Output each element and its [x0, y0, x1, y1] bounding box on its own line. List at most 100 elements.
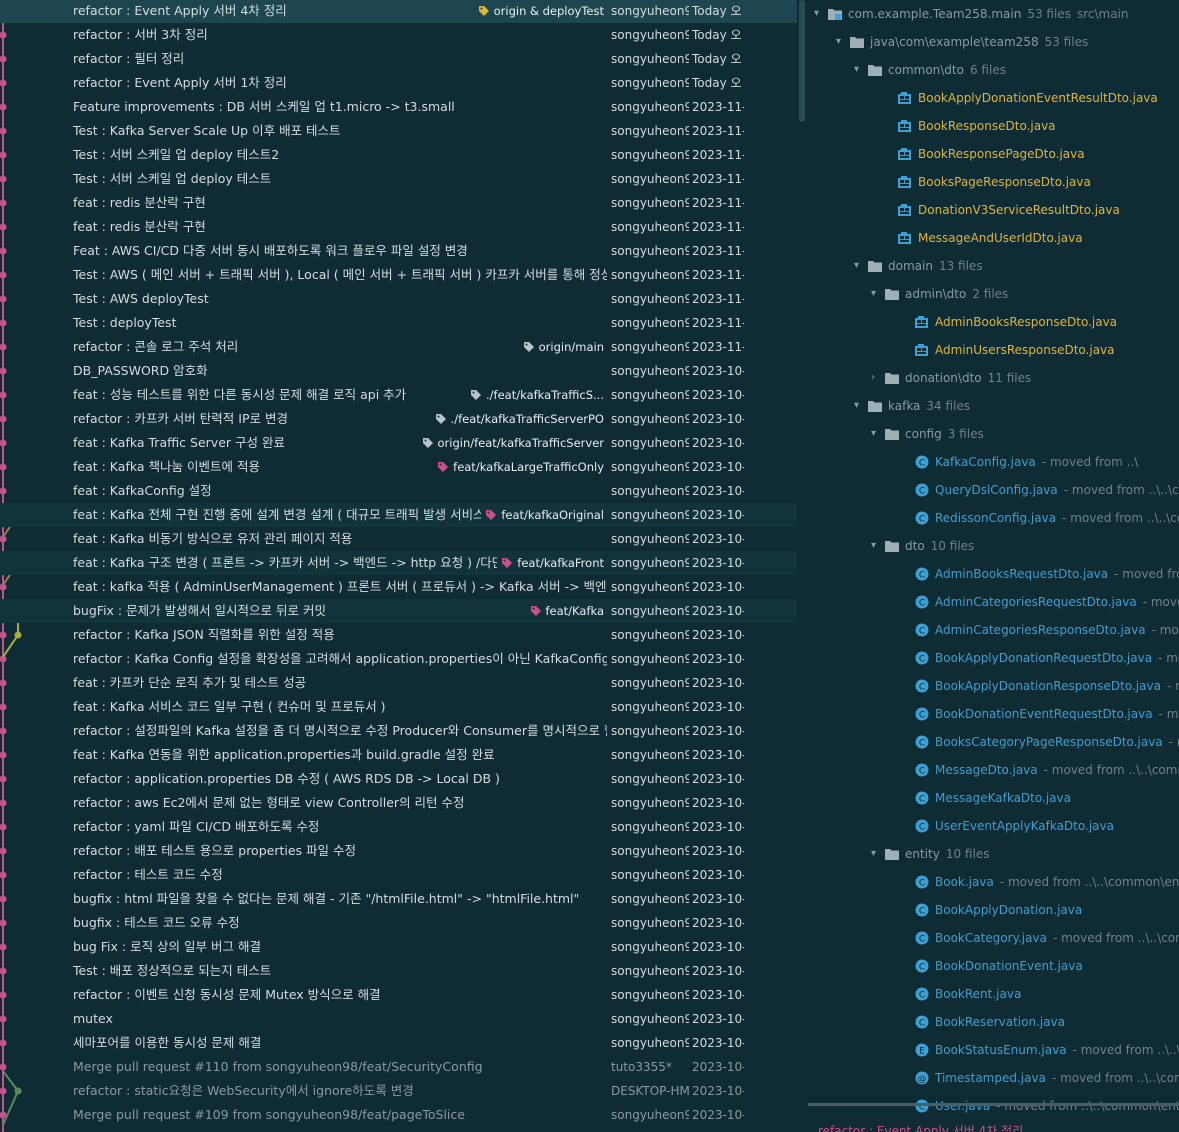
commit-row[interactable]: Merge pull request #109 from songyuheon9…: [0, 1103, 797, 1127]
commit-row[interactable]: feat : KafkaConfig 설정 songyuheon982023-10…: [0, 479, 797, 503]
commit-row[interactable]: refactor : aws Ec2에서 문제 없는 형태로 view Cont…: [0, 791, 797, 815]
commit-row[interactable]: Test : 배포 정상적으로 되는지 테스트 songyuheon982023-…: [0, 959, 797, 983]
chevron-down-icon[interactable]: ▾: [836, 28, 848, 56]
commit-row[interactable]: feat : Kafka 비동기 방식으로 유저 관리 페이지 적용 songyu…: [0, 527, 797, 551]
node-name: BooksPageResponseDto.java: [918, 175, 1091, 189]
commit-row[interactable]: refactor : 콘솔 로그 주석 처리 origin/main songyuh…: [0, 335, 797, 359]
branch-label[interactable]: ./feat/kafkaTrafficServerPO: [430, 407, 607, 431]
chevron-down-icon[interactable]: ▾: [854, 56, 866, 84]
commit-row[interactable]: feat : 성능 테스트를 위한 다른 동시성 문제 해결 로직 api 추가…: [0, 383, 797, 407]
commit-row[interactable]: 세마포어를 이용한 동시성 문제 해결 songyuheon982023-10-: [0, 1031, 797, 1055]
commit-message: refactor : 이벤트 신청 동시성 문제 Mutex 방식으로 해결: [73, 987, 381, 1002]
commit-author: songyuheon98: [611, 628, 689, 642]
node-name: BookApplyDonationEventResultDto.java: [918, 91, 1158, 105]
commit-row[interactable]: feat : Kafka Traffic Server 구성 완료 origin/…: [0, 431, 797, 455]
commit-row[interactable]: Merge pull request #110 from songyuheon9…: [0, 1055, 797, 1079]
branch-label[interactable]: origin & deployTest: [473, 0, 607, 23]
commit-row[interactable]: Test : AWS deployTest songyuheon982023-11…: [0, 287, 797, 311]
commit-date: 2023-10-: [692, 532, 744, 546]
commit-row[interactable]: bug Fix : 로직 상의 일부 버그 해결 songyuheon982023…: [0, 935, 797, 959]
commit-row[interactable]: refactor : 카프카 서버 탄력적 IP로 변경 ./feat/kafka…: [0, 407, 797, 431]
commit-row[interactable]: refactor : 설정파일의 Kafka 설정을 좀 더 명시적으로 수정 …: [0, 719, 797, 743]
commit-row[interactable]: refactor : Event Apply 서버 4차 정리 origin & …: [0, 0, 797, 23]
branch-label-text: ./feat/kafkaTrafficS...: [486, 388, 604, 402]
chevron-down-icon[interactable]: ▾: [814, 0, 826, 28]
chevron-down-icon[interactable]: ▾: [854, 252, 866, 280]
commit-row[interactable]: refactor : 이벤트 신청 동시성 문제 Mutex 방식으로 해결 so…: [0, 983, 797, 1007]
class-icon: C: [915, 1015, 929, 1029]
horizontal-scrollbar[interactable]: [808, 1103, 1179, 1106]
commit-row[interactable]: feat : Kafka 구조 변경 ( 프론트 -> 카프카 서버 -> 백엔…: [0, 551, 797, 575]
commit-row[interactable]: mutex songyuheon982023-10-: [0, 1007, 797, 1031]
moved-from-note: - moved from ..\..\: [1114, 567, 1179, 581]
branch-label[interactable]: feat/kafkaFront: [497, 551, 607, 575]
commit-row[interactable]: bugfix : html 파일을 찾을 수 없다는 문제 해결 - 기존 "/…: [0, 887, 797, 911]
commit-row[interactable]: refactor : yaml 파일 CI/CD 배포하도록 수정 songyuh…: [0, 815, 797, 839]
chevron-right-icon[interactable]: ›: [871, 364, 883, 392]
commit-row[interactable]: Test : deployTest songyuheon982023-11-: [0, 311, 797, 335]
commit-row[interactable]: refactor : Kafka Config 설정을 확장성을 고려해서 ap…: [0, 647, 797, 671]
commit-message: 세마포어를 이용한 동시성 문제 해결: [73, 1035, 262, 1050]
svg-text:C: C: [919, 767, 925, 777]
commit-row[interactable]: Test : AWS ( 메인 서버 + 트래픽 서버 ), Local ( 메…: [0, 263, 797, 287]
commit-row[interactable]: Test : 서버 스케일 업 deploy 테스트 songyuheon9820…: [0, 167, 797, 191]
branch-label-text: ./feat/kafkaTrafficServerPO: [450, 412, 604, 426]
commit-row[interactable]: bugFix : 문제가 발생해서 일시적으로 뒤로 커밋 feat/Kafka s…: [0, 599, 797, 623]
branch-label[interactable]: feat/kafkaLargeTrafficOnly: [433, 455, 607, 479]
tree-node-label: BookApplyDonationResponseDto.java - moved…: [935, 672, 1179, 700]
tree-node-label: kafka 34 files: [888, 392, 970, 420]
commit-row[interactable]: refactor : static요청은 WebSecurity에서 ignor…: [0, 1079, 797, 1103]
commit-row[interactable]: feat : redis 분산락 구현 songyuheon982023-11-: [0, 191, 797, 215]
enum-icon: E: [915, 1043, 929, 1057]
class-icon: C: [915, 903, 929, 917]
branch-label[interactable]: origin/feat/kafkaTrafficServer: [417, 431, 607, 455]
chevron-down-icon[interactable]: ▾: [871, 280, 883, 308]
commit-row[interactable]: refactor : 필터 정리 songyuheon98Today 오: [0, 47, 797, 71]
commit-row[interactable]: refactor : Event Apply 서버 1차 정리 songyuheo…: [0, 71, 797, 95]
commit-row[interactable]: refactor : 배포 테스트 용으로 properties 파일 수정 so…: [0, 839, 797, 863]
commit-row[interactable]: refactor : 서버 3차 정리 songyuheon98Today 오: [0, 23, 797, 47]
branch-label-text: origin/main: [538, 340, 604, 354]
chevron-down-icon[interactable]: ▾: [871, 840, 883, 868]
node-name: domain: [888, 259, 933, 273]
file-count: 34 files: [926, 399, 971, 413]
commit-row[interactable]: feat : Kafka 서비스 코드 일부 구현 ( 컨슈머 및 프로듀서 )…: [0, 695, 797, 719]
commit-date: 2023-11-: [692, 316, 744, 330]
chevron-down-icon[interactable]: ▾: [854, 392, 866, 420]
commit-message: feat : redis 분산락 구현: [73, 219, 206, 234]
commit-row[interactable]: refactor : 테스트 코드 수정 songyuheon982023-10-: [0, 863, 797, 887]
commit-date: 2023-10-: [692, 1012, 744, 1026]
branch-label[interactable]: feat/Kafka: [525, 599, 607, 623]
commit-date: 2023-10-: [692, 988, 744, 1002]
commit-author: songyuheon98: [611, 916, 689, 930]
commit-message: Feature improvements : DB 서버 스케일 업 t1.mi…: [73, 99, 455, 114]
branch-label[interactable]: ./feat/kafkaTrafficS...: [466, 383, 607, 407]
commit-message: bugfix : 테스트 코드 오류 수정: [73, 915, 240, 930]
chevron-down-icon[interactable]: ▾: [871, 420, 883, 448]
chevron-down-icon[interactable]: ▾: [871, 532, 883, 560]
record-icon: [898, 120, 911, 132]
tag-icon: [502, 558, 513, 568]
branch-label[interactable]: feat/kafkaOriginal: [481, 503, 607, 527]
commit-row[interactable]: feat : kafka 적용 ( AdminUserManagement ) …: [0, 575, 797, 599]
commit-row[interactable]: Test : Kafka Server Scale Up 이후 배포 테스트 so…: [0, 119, 797, 143]
node-name: com.example.Team258.main: [848, 7, 1022, 21]
commit-row[interactable]: feat : Kafka 연동을 위한 application.properti…: [0, 743, 797, 767]
commit-row[interactable]: Test : 서버 스케일 업 deploy 테스트2 songyuheon982…: [0, 143, 797, 167]
node-name: User.java: [935, 1099, 991, 1113]
commit-author: songyuheon98: [611, 268, 689, 282]
commit-row[interactable]: feat : Kafka 책나눔 이벤트에 적용 feat/kafkaLargeT…: [0, 455, 797, 479]
commit-row[interactable]: Feat : AWS CI/CD 다중 서버 동시 배포하도록 워크 플로우 파…: [0, 239, 797, 263]
commit-row[interactable]: feat : redis 분산락 구현 songyuheon982023-11-: [0, 215, 797, 239]
log-scrollbar[interactable]: [799, 0, 805, 122]
commit-row[interactable]: DB_PASSWORD 암호화 songyuheon982023-10-: [0, 359, 797, 383]
commit-row[interactable]: refactor : Kafka JSON 직렬화를 위한 설정 적용 songy…: [0, 623, 797, 647]
commit-row[interactable]: feat : 카프카 단순 로직 추가 및 테스트 성공 songyuheon98…: [0, 671, 797, 695]
commit-author: songyuheon98: [611, 1036, 689, 1050]
commit-row[interactable]: feat : Kafka 전체 구현 진행 중에 설계 변경 설계 ( 대규모 …: [0, 503, 797, 527]
commit-row[interactable]: bugfix : 테스트 코드 오류 수정 songyuheon982023-10…: [0, 911, 797, 935]
branch-label[interactable]: origin/main: [518, 335, 607, 359]
node-name: BookStatusEnum.java: [935, 1043, 1067, 1057]
commit-row[interactable]: refactor : application.properties DB 수정 …: [0, 767, 797, 791]
commit-row[interactable]: Feature improvements : DB 서버 스케일 업 t1.mi…: [0, 95, 797, 119]
